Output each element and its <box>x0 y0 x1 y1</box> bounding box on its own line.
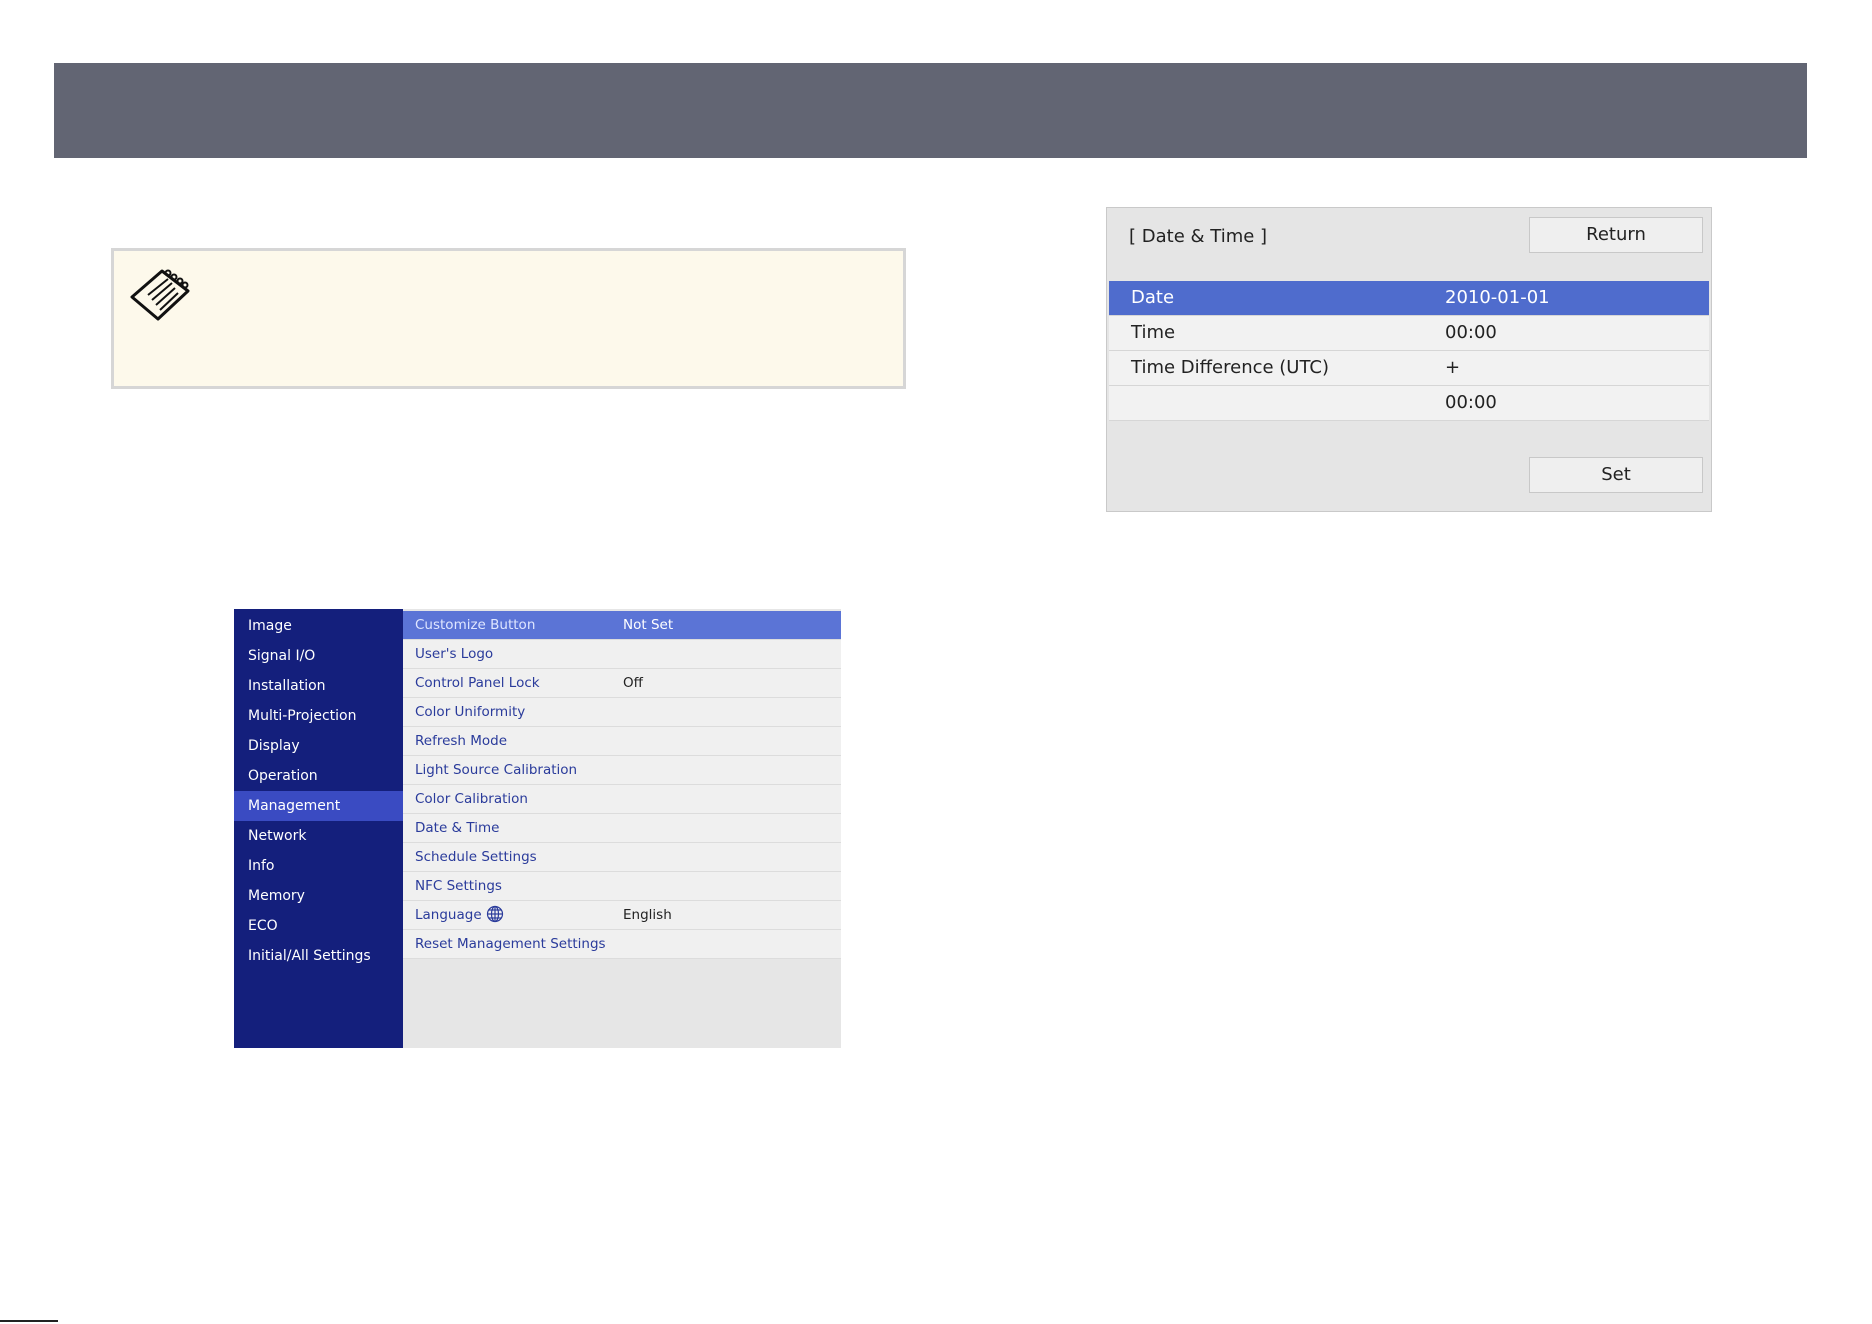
set-button[interactable]: Set <box>1529 457 1703 493</box>
dialog-row-utc-offset[interactable]: 00:00 <box>1109 386 1709 421</box>
menu-item-label: Reset Management Settings <box>415 930 606 959</box>
menu-items: Customize Button Not Set User's Logo Contro… <box>403 609 841 959</box>
dialog-row-label: Time <box>1131 322 1176 343</box>
return-button[interactable]: Return <box>1529 217 1703 253</box>
menu-item-text: Control Panel Lock <box>415 675 540 691</box>
menu-item-label: Color Calibration <box>415 785 528 814</box>
menu-item-customize-button[interactable]: Customize Button Not Set <box>403 611 841 640</box>
menu-item-label: Customize Button <box>415 611 535 640</box>
sidebar-item-signal-i-o[interactable]: Signal I/O <box>234 641 403 671</box>
sidebar-item-management[interactable]: Management <box>234 791 403 821</box>
sidebar-item-network[interactable]: Network <box>234 821 403 851</box>
menu-item-value: Not Set <box>623 617 674 633</box>
sidebar-item-operation[interactable]: Operation <box>234 761 403 791</box>
menu-item-text: Schedule Settings <box>415 849 537 865</box>
sidebar-item-initial-all-settings[interactable]: Initial/All Settings <box>234 941 403 971</box>
menu-item-date-time[interactable]: Date & Time <box>403 814 841 843</box>
sidebar-item-installation[interactable]: Installation <box>234 671 403 701</box>
menu-sidebar: Image Signal I/O Installation Multi-Project… <box>234 609 403 1048</box>
menu-item-light-source-calibration[interactable]: Light Source Calibration <box>403 756 841 785</box>
note-box <box>111 248 906 389</box>
menu-item-label: Date & Time <box>415 814 499 843</box>
sidebar-item-multi-projection[interactable]: Multi-Projection <box>234 701 403 731</box>
menu-item-color-calibration[interactable]: Color Calibration <box>403 785 841 814</box>
dialog-row-label: Time Difference (UTC) <box>1131 357 1330 378</box>
menu-item-color-uniformity[interactable]: Color Uniformity <box>403 698 841 727</box>
dialog-row-time-difference-utc[interactable]: Time Difference (UTC) + <box>1109 351 1709 386</box>
projector-menu: Image Signal I/O Installation Multi-Project… <box>234 609 841 1048</box>
menu-item-refresh-mode[interactable]: Refresh Mode <box>403 727 841 756</box>
menu-item-language[interactable]: Language English <box>403 901 841 930</box>
dialog-row-value: 00:00 <box>1445 322 1497 343</box>
menu-item-control-panel-lock[interactable]: Control Panel Lock Off <box>403 669 841 698</box>
menu-item-text: Color Calibration <box>415 791 528 807</box>
menu-item-text: Color Uniformity <box>415 704 526 720</box>
menu-item-text: Reset Management Settings <box>415 936 606 952</box>
menu-item-label: Color Uniformity <box>415 698 525 727</box>
note-icon <box>130 269 190 321</box>
dialog-row-value: 2010-01-01 <box>1445 287 1550 308</box>
top-banner <box>54 63 1807 158</box>
dialog-title: [ Date & Time ] <box>1129 226 1268 247</box>
sidebar-item-eco[interactable]: ECO <box>234 911 403 941</box>
menu-item-text: Date & Time <box>415 820 500 836</box>
menu-item-schedule-settings[interactable]: Schedule Settings <box>403 843 841 872</box>
menu-item-label: Language <box>415 901 504 930</box>
date-time-dialog: [ Date & Time ] Return Date 2010-01-01 Tim… <box>1106 207 1712 512</box>
dialog-row-label: Date <box>1131 287 1175 308</box>
menu-item-text: User's Logo <box>415 646 494 662</box>
dialog-row-value: 00:00 <box>1445 392 1497 413</box>
dialog-rows: Date 2010-01-01 Time 00:00 Time Difference (… <box>1109 281 1709 421</box>
menu-item-nfc-settings[interactable]: NFC Settings <box>403 872 841 901</box>
menu-item-text: NFC Settings <box>415 878 502 894</box>
menu-item-label: Schedule Settings <box>415 843 537 872</box>
menu-item-text: Refresh Mode <box>415 733 508 749</box>
menu-item-user-s-logo[interactable]: User's Logo <box>403 640 841 669</box>
sidebar-item-display[interactable]: Display <box>234 731 403 761</box>
menu-item-text: Language <box>415 907 482 923</box>
menu-item-reset-management-settings[interactable]: Reset Management Settings <box>403 930 841 959</box>
menu-item-text: Customize Button <box>415 617 536 633</box>
footer-rule <box>0 1320 58 1322</box>
globe-icon <box>486 905 504 923</box>
menu-item-label: Control Panel Lock <box>415 669 540 698</box>
menu-item-value: Off <box>623 675 643 691</box>
menu-item-label: Refresh Mode <box>415 727 507 756</box>
menu-item-value: English <box>623 907 672 923</box>
dialog-row-value: + <box>1445 357 1461 378</box>
menu-item-label: NFC Settings <box>415 872 502 901</box>
dialog-row-time[interactable]: Time 00:00 <box>1109 316 1709 351</box>
menu-item-label: User's Logo <box>415 640 493 669</box>
sidebar-item-memory[interactable]: Memory <box>234 881 403 911</box>
menu-item-label: Light Source Calibration <box>415 756 577 785</box>
dialog-row-date[interactable]: Date 2010-01-01 <box>1109 281 1709 316</box>
menu-item-text: Light Source Calibration <box>415 762 578 778</box>
sidebar-item-image[interactable]: Image <box>234 611 403 641</box>
sidebar-item-info[interactable]: Info <box>234 851 403 881</box>
